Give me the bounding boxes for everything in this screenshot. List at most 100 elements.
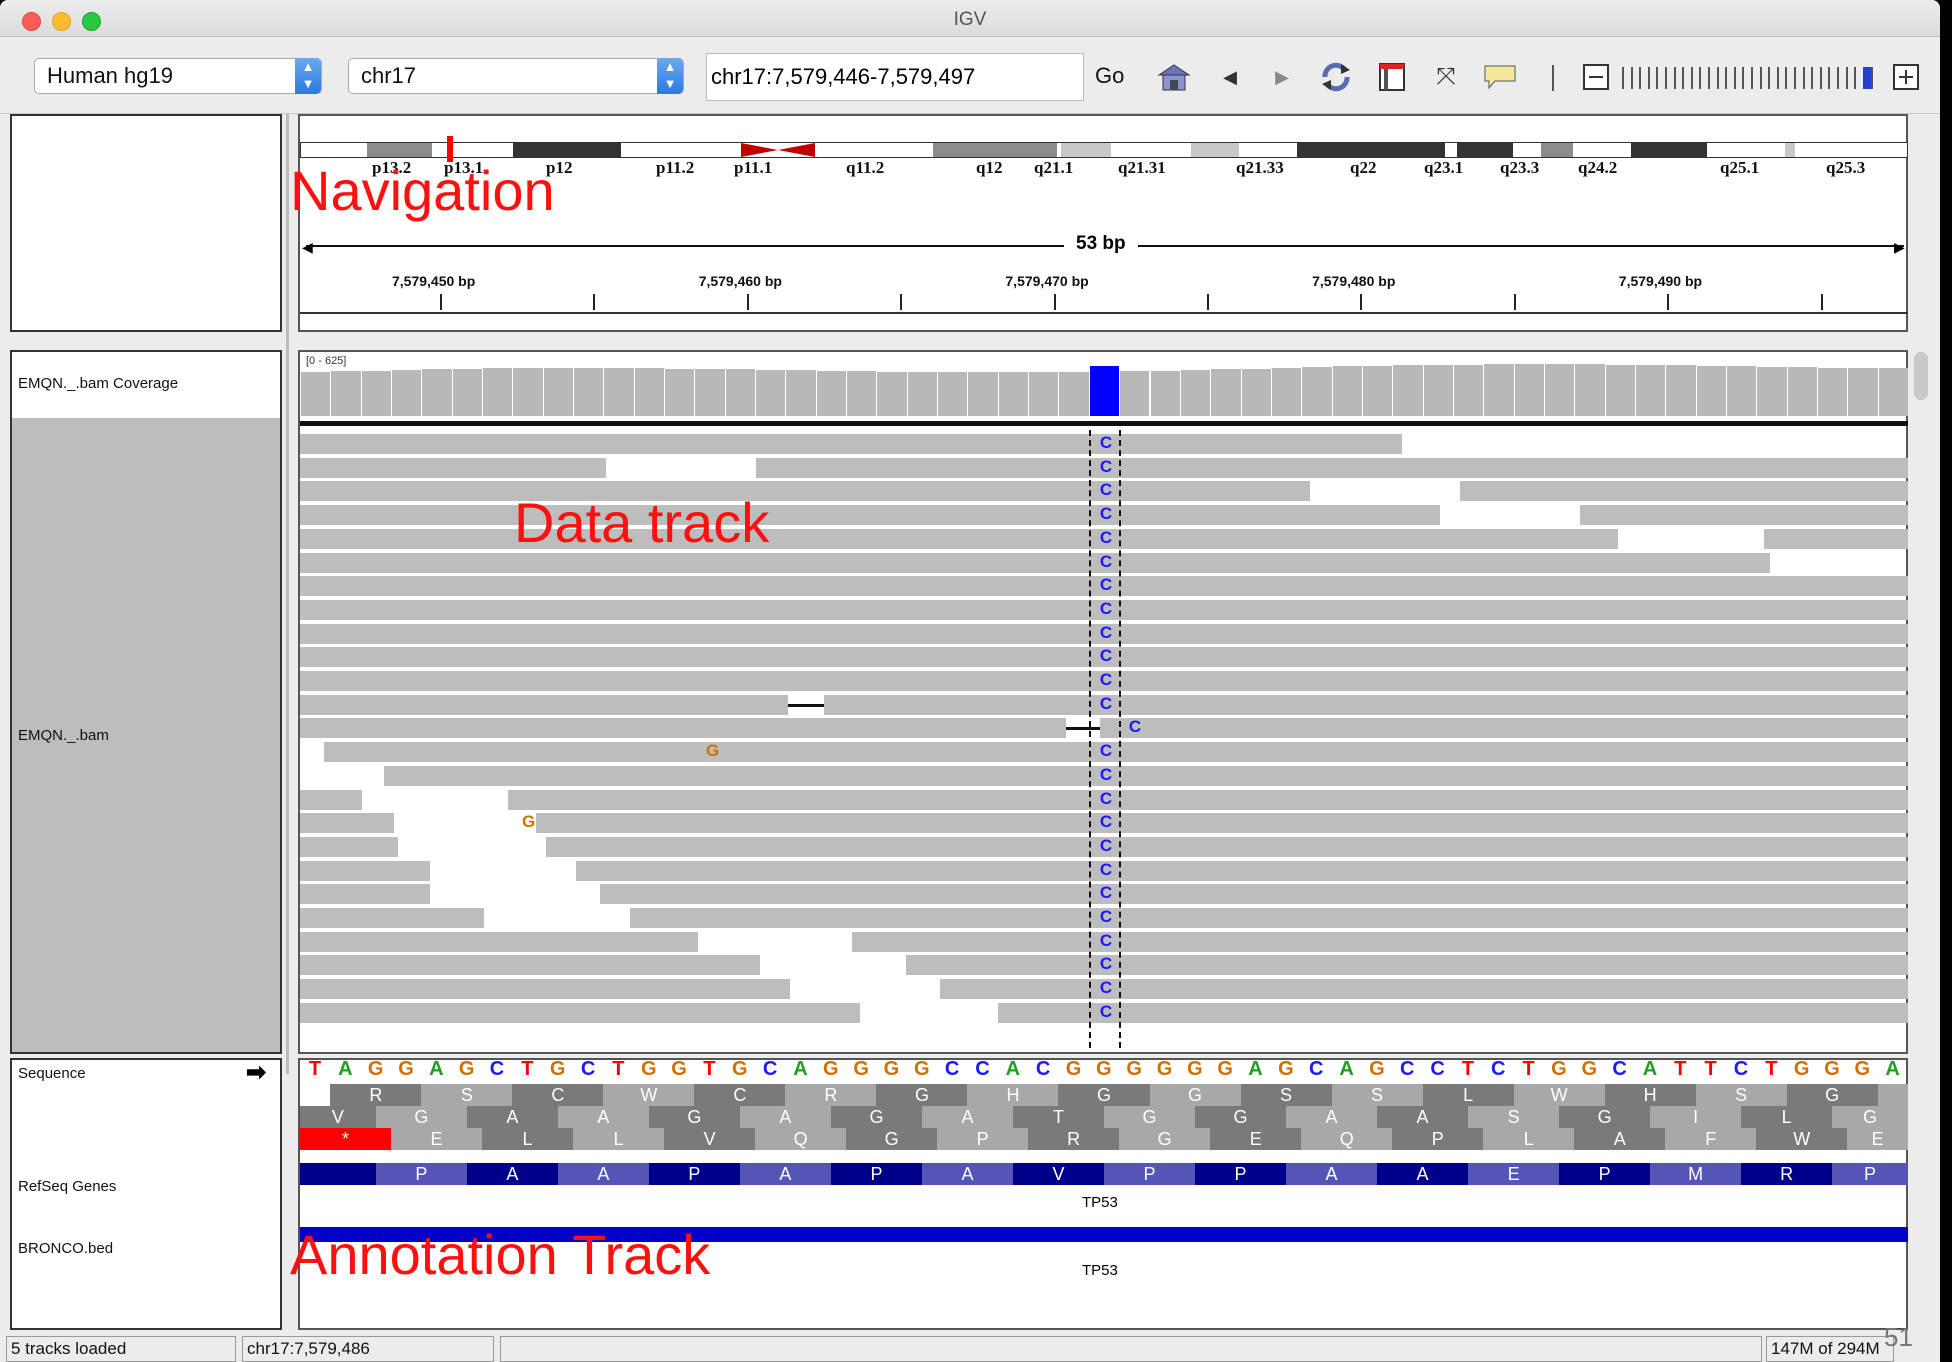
coverage-bar[interactable]: [451, 369, 483, 416]
aligned-read[interactable]: [300, 908, 484, 928]
aligned-read[interactable]: [300, 505, 1440, 526]
aligned-read[interactable]: [906, 955, 1908, 976]
bed-track-label[interactable]: BRONCO.bed: [18, 1240, 113, 1257]
aligned-read[interactable]: [940, 979, 1908, 1000]
coverage-bar[interactable]: [633, 368, 665, 416]
coverage-bar[interactable]: [1240, 369, 1271, 416]
aligned-read[interactable]: [300, 434, 1402, 454]
coverage-bar[interactable]: [694, 369, 725, 416]
zoom-out-icon[interactable]: [1578, 59, 1614, 95]
coverage-bar[interactable]: [1392, 365, 1423, 416]
coverage-bar[interactable]: [1756, 367, 1787, 416]
coverage-bar[interactable]: [815, 371, 847, 416]
coverage-bar[interactable]: [876, 372, 907, 416]
coverage-bar[interactable]: [573, 368, 604, 416]
coverage-bar[interactable]: [1574, 364, 1605, 416]
coverage-bar[interactable]: [1452, 365, 1484, 416]
coverage-bar[interactable]: [967, 372, 998, 416]
refseq-track-label[interactable]: RefSeq Genes: [18, 1178, 116, 1195]
coverage-bar[interactable]: [1786, 367, 1817, 416]
home-icon[interactable]: [1156, 59, 1192, 95]
chromosome-dropdown[interactable]: chr17 ▲ ▼: [348, 58, 684, 94]
coverage-bar[interactable]: [512, 368, 543, 416]
aligned-read[interactable]: [756, 457, 1908, 478]
coverage-bar[interactable]: [664, 369, 695, 416]
aligned-read[interactable]: [300, 931, 698, 952]
region-of-interest-icon[interactable]: [1374, 59, 1410, 95]
coverage-bar[interactable]: [1028, 372, 1059, 416]
aligned-read[interactable]: [1580, 505, 1908, 526]
panel-splitter[interactable]: [286, 114, 289, 1074]
aligned-read[interactable]: [300, 552, 1770, 573]
aligned-read[interactable]: [300, 836, 398, 857]
coverage-bar[interactable]: [1149, 371, 1180, 416]
aligned-read[interactable]: [300, 718, 1908, 739]
aligned-read[interactable]: [852, 931, 1908, 952]
coverage-bar[interactable]: [421, 369, 452, 416]
coverage-bar[interactable]: [1270, 368, 1302, 416]
coverage-bar[interactable]: [330, 371, 361, 416]
coverage-bar[interactable]: [906, 372, 938, 416]
data-scrollbar[interactable]: [1914, 352, 1928, 400]
coverage-bar[interactable]: [1847, 368, 1878, 416]
popup-info-icon[interactable]: [1482, 59, 1518, 95]
coverage-bar[interactable]: [1604, 365, 1635, 416]
aligned-read[interactable]: [998, 1002, 1908, 1023]
coverage-bar[interactable]: [1725, 366, 1757, 416]
coverage-bar[interactable]: [724, 369, 756, 416]
coverage-bar[interactable]: [1634, 365, 1666, 416]
coverage-bar[interactable]: [1513, 364, 1544, 416]
coverage-bar[interactable]: [360, 371, 391, 416]
coverage-bar[interactable]: [1422, 365, 1453, 416]
aligned-read[interactable]: [300, 813, 394, 834]
genome-dropdown[interactable]: Human hg19 ▲ ▼: [34, 58, 322, 94]
coverage-bar[interactable]: [391, 370, 422, 416]
coverage-bar[interactable]: [846, 371, 877, 416]
aligned-read[interactable]: [1764, 528, 1908, 549]
coverage-bar[interactable]: [1665, 365, 1696, 416]
coverage-bar[interactable]: [1331, 366, 1362, 416]
aligned-read[interactable]: [508, 789, 1908, 810]
coverage-bar[interactable]: [1483, 364, 1514, 416]
sequence-track-label[interactable]: Sequence: [18, 1065, 86, 1082]
coverage-bar[interactable]: [1088, 366, 1120, 416]
zoom-slider[interactable]: [1622, 63, 1884, 93]
coverage-bar[interactable]: [1877, 368, 1908, 416]
coverage-bar[interactable]: [1695, 366, 1726, 416]
coverage-bar[interactable]: [1816, 368, 1848, 416]
refresh-icon[interactable]: [1318, 59, 1354, 95]
locus-input[interactable]: chr17:7,579,446-7,579,497: [706, 53, 1084, 101]
aligned-read[interactable]: [300, 955, 760, 976]
coverage-bar[interactable]: [1058, 372, 1089, 416]
back-icon[interactable]: ◀: [1212, 59, 1248, 95]
aligned-read[interactable]: [300, 457, 606, 478]
forward-icon[interactable]: ▶: [1264, 59, 1300, 95]
coverage-bar[interactable]: [1210, 369, 1241, 416]
go-button[interactable]: Go: [1095, 63, 1124, 89]
coverage-bar[interactable]: [785, 370, 816, 416]
bam-track-label[interactable]: EMQN._.bam: [18, 727, 109, 744]
coverage-bar[interactable]: [603, 368, 634, 416]
coverage-bar[interactable]: [755, 370, 786, 416]
zoom-in-icon[interactable]: [1888, 59, 1924, 95]
coverage-bar[interactable]: [1543, 364, 1575, 416]
aligned-read[interactable]: [546, 836, 1908, 857]
aligned-read[interactable]: [600, 884, 1908, 905]
aligned-read[interactable]: [1460, 481, 1908, 502]
aligned-read[interactable]: [324, 742, 1908, 763]
strand-arrow-icon[interactable]: ➡: [246, 1058, 266, 1087]
coverage-bar[interactable]: [1361, 366, 1393, 416]
aligned-read[interactable]: [300, 481, 1310, 502]
coverage-track-label[interactable]: EMQN._.bam Coverage: [18, 375, 178, 392]
coverage-bar[interactable]: [1301, 367, 1332, 416]
coverage-bar[interactable]: [1119, 371, 1150, 416]
aligned-read[interactable]: [300, 1002, 860, 1023]
coverage-bar[interactable]: [482, 368, 513, 416]
coverage-bar[interactable]: [300, 372, 331, 416]
aligned-read[interactable]: [384, 765, 1908, 786]
aligned-read[interactable]: [536, 813, 1908, 834]
aligned-read[interactable]: [300, 528, 1618, 549]
aligned-read[interactable]: [300, 979, 790, 1000]
aligned-read[interactable]: [300, 884, 430, 905]
aligned-read[interactable]: [300, 789, 362, 810]
